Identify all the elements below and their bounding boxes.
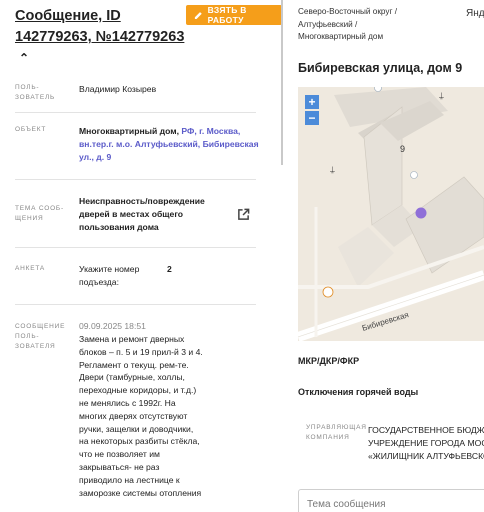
map[interactable]: 9 Бибиревская ⍊ ⍊ + − [298, 87, 484, 341]
survey-question: Укажите номер подъезда: [79, 264, 140, 287]
divider [15, 304, 256, 305]
map-canvas: 9 Бибиревская ⍊ ⍊ [298, 87, 484, 341]
divider [15, 112, 256, 113]
parking-icon [374, 87, 382, 92]
open-external-icon[interactable] [237, 208, 250, 221]
breadcrumb: Северо-Восточный округ / Алтуфьевский / … [298, 6, 418, 44]
object-address-link-3[interactable]: ул., д. 9 [79, 152, 111, 162]
topic-label: ТЕМА СООБ- ЩЕНИЯ [15, 205, 64, 222]
message-date: 09.09.2025 18:51 [79, 321, 146, 331]
message-label: СООБЩЕНИЕ ПОЛЬ- ЗОВАТЕЛЯ [15, 323, 66, 350]
take-in-work-label: ВЗЯТЬ В РАБОТУ [207, 5, 247, 25]
map-marker [415, 207, 427, 219]
survey-answer: 2 [167, 264, 172, 274]
user-label: ПОЛЬ- ЗОВАТЕЛЬ [15, 84, 56, 101]
cafe-icon [322, 286, 334, 298]
location-panel: Северо-Восточный округ / Алтуфьевский / … [284, 0, 484, 512]
poi-icon: ⍊ [439, 91, 444, 100]
top-user-link[interactable]: Янд [466, 8, 484, 19]
object-value: Многоквартирный дом, РФ, г. Москва, вн.т… [79, 126, 259, 162]
management-company-label: УПРАВЛЯЮЩАЯ КОМПАНИЯ [306, 424, 367, 441]
divider [15, 179, 256, 180]
zoom-in-button[interactable]: + [305, 95, 319, 109]
parking-icon [410, 171, 418, 179]
scrollbar[interactable] [281, 0, 283, 165]
object-address-link-2[interactable]: вн.тер.г. м.о. Алтуфьевский, Бибиревская [79, 139, 259, 149]
hot-water-section: Отключения горячей воды [298, 387, 419, 397]
topic-value: Неисправность/повреждение дверей в места… [79, 196, 205, 232]
management-company-value: ГОСУДАРСТВЕННОЕ БЮДЖЕТ УЧРЕЖДЕНИЕ ГОРОДА… [368, 425, 484, 461]
message-text: Замена и ремонт дверных блоков – п. 5 и … [79, 334, 203, 498]
pencil-icon [194, 11, 202, 19]
object-address-link[interactable]: РФ, г. Москва, [181, 126, 240, 136]
request-panel: Сообщение, ID 142779263, №142779263 ⌃ ВЗ… [0, 0, 283, 512]
breadcrumb-area[interactable]: Алтуфьевский / [298, 19, 418, 32]
address-title: Бибиревская улица, дом 9 [298, 61, 463, 75]
breadcrumb-district[interactable]: Северо-Восточный округ / [298, 6, 418, 19]
object-label: ОБЪЕКТ [15, 126, 47, 133]
survey-label: АНКЕТА [15, 265, 46, 272]
request-title-text: Сообщение, ID 142779263, №142779263 [15, 8, 185, 45]
message-topic-input[interactable]: Тема сообщения [298, 489, 484, 512]
breadcrumb-type[interactable]: Многоквартирный дом [298, 31, 418, 44]
chevron-up-icon[interactable]: ⌃ [19, 48, 29, 69]
request-title: Сообщение, ID 142779263, №142779263 ⌃ [15, 6, 185, 69]
take-in-work-button[interactable]: ВЗЯТЬ В РАБОТУ [186, 5, 282, 25]
house-number-label: 9 [400, 144, 405, 154]
zoom-out-button[interactable]: − [305, 111, 319, 125]
user-value: Владимир Козырев [79, 84, 157, 94]
divider [15, 247, 256, 248]
poi-icon: ⍊ [330, 165, 335, 174]
funding-section: МКР/ДКР/ФКР [298, 356, 360, 366]
